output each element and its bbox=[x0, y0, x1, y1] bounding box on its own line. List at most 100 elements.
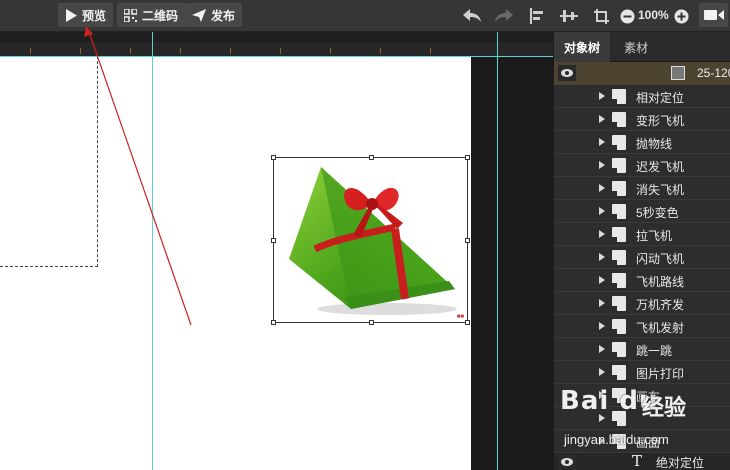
resize-handle-ne[interactable] bbox=[465, 155, 470, 160]
expand-arrow-icon[interactable] bbox=[599, 138, 605, 146]
page-icon bbox=[612, 273, 626, 288]
qrcode-icon bbox=[124, 8, 137, 22]
resize-handle-n[interactable] bbox=[369, 155, 374, 160]
layer-row[interactable]: 相对定位 bbox=[554, 85, 730, 108]
container-outline[interactable] bbox=[0, 56, 98, 267]
redo-icon[interactable] bbox=[494, 6, 514, 26]
expand-arrow-icon[interactable] bbox=[599, 207, 605, 215]
expand-arrow-icon[interactable] bbox=[599, 322, 605, 330]
page-icon bbox=[612, 365, 626, 380]
expand-arrow-icon[interactable] bbox=[599, 345, 605, 353]
video-button[interactable] bbox=[699, 3, 728, 27]
layer-row[interactable]: 飞机发射 bbox=[554, 315, 730, 338]
ruler-tick bbox=[430, 48, 431, 54]
layer-label: 闪动飞机 bbox=[636, 252, 685, 266]
layer-label: 万机齐发 bbox=[636, 298, 685, 312]
layer-row[interactable]: 万机齐发 bbox=[554, 292, 730, 315]
layer-row[interactable]: 跳一跳 bbox=[554, 338, 730, 361]
layer-label: 迟发飞机 bbox=[636, 160, 685, 174]
layer-row[interactable]: 迟发飞机 bbox=[554, 154, 730, 177]
stage[interactable]: ■■ bbox=[0, 56, 471, 470]
horizontal-ruler bbox=[0, 42, 553, 56]
expand-arrow-icon[interactable] bbox=[599, 368, 605, 376]
selected-image[interactable]: ■■ bbox=[271, 155, 470, 325]
eye-icon[interactable] bbox=[558, 65, 576, 81]
expand-arrow-icon[interactable] bbox=[599, 115, 605, 123]
tab-object-tree[interactable]: 对象树 bbox=[554, 32, 611, 62]
layer-label: 绝对定位 bbox=[656, 456, 705, 470]
crop-icon[interactable] bbox=[591, 6, 611, 26]
layer-group-row[interactable]: 25-120 bbox=[554, 62, 730, 85]
stage-offscreen bbox=[471, 56, 553, 470]
layer-label: 5秒变色 bbox=[636, 206, 679, 220]
ruler-tick bbox=[180, 48, 181, 54]
eye-icon[interactable] bbox=[558, 454, 576, 470]
expand-arrow-icon[interactable] bbox=[599, 230, 605, 238]
panel-tabs: 对象树 素材 bbox=[554, 32, 730, 62]
page-icon bbox=[612, 89, 626, 104]
preview-label: 预览 bbox=[82, 8, 107, 23]
image-corner-mark: ■■ bbox=[456, 314, 464, 320]
guide-line-vertical[interactable] bbox=[152, 32, 153, 470]
page-icon bbox=[612, 135, 626, 150]
layer-row[interactable]: 抛物线 bbox=[554, 131, 730, 154]
layer-row[interactable]: 图片打印 bbox=[554, 361, 730, 384]
expand-arrow-icon[interactable] bbox=[599, 184, 605, 192]
expand-arrow-icon[interactable] bbox=[599, 161, 605, 169]
layer-row[interactable]: 5秒变色 bbox=[554, 200, 730, 223]
expand-arrow-icon[interactable] bbox=[599, 253, 605, 261]
resize-handle-w[interactable] bbox=[271, 238, 276, 243]
zoom-level: 100% bbox=[638, 8, 669, 22]
guide-line-horizontal[interactable] bbox=[0, 56, 553, 57]
layer-label: 飞机发射 bbox=[636, 321, 685, 335]
layer-row[interactable]: 消失飞机 bbox=[554, 177, 730, 200]
baidu-watermark: Bai du 经验 jingyan.baidu.com bbox=[560, 386, 730, 456]
qrcode-label: 二维码 bbox=[142, 8, 179, 23]
watermark-url: jingyan.baidu.com bbox=[564, 432, 669, 447]
qrcode-button[interactable]: 二维码 bbox=[117, 3, 186, 27]
expand-arrow-icon[interactable] bbox=[599, 276, 605, 284]
ruler-tick bbox=[230, 48, 231, 54]
ruler-tick bbox=[280, 48, 281, 54]
page-icon bbox=[612, 204, 626, 219]
expand-arrow-icon[interactable] bbox=[599, 92, 605, 100]
zoom-out-icon[interactable] bbox=[617, 6, 637, 26]
resize-handle-sw[interactable] bbox=[271, 320, 276, 325]
page-icon bbox=[612, 319, 626, 334]
group-thumbnail bbox=[671, 66, 685, 80]
layer-row[interactable]: 拉飞机 bbox=[554, 223, 730, 246]
page-icon bbox=[612, 112, 626, 127]
top-toolbar: 预览 二维码 发布 100% bbox=[0, 0, 730, 32]
ruler-tick bbox=[130, 48, 131, 54]
ruler-tick bbox=[330, 48, 331, 54]
resize-handle-nw[interactable] bbox=[271, 155, 276, 160]
tab-assets[interactable]: 素材 bbox=[614, 32, 658, 62]
publish-label: 发布 bbox=[211, 8, 236, 23]
layer-label: 相对定位 bbox=[636, 91, 685, 105]
layer-row[interactable]: 闪动飞机 bbox=[554, 246, 730, 269]
expand-arrow-icon[interactable] bbox=[599, 299, 605, 307]
preview-button[interactable]: 预览 bbox=[58, 3, 114, 27]
layer-row[interactable]: 变形飞机 bbox=[554, 108, 730, 131]
resize-handle-e[interactable] bbox=[465, 238, 470, 243]
ruler-tick bbox=[380, 48, 381, 54]
page-icon bbox=[612, 296, 626, 311]
resize-handle-se[interactable] bbox=[465, 320, 470, 325]
page-icon bbox=[612, 158, 626, 173]
ruler-tick bbox=[80, 48, 81, 54]
page-icon bbox=[612, 181, 626, 196]
zongzi-image bbox=[289, 167, 457, 315]
layer-label: 变形飞机 bbox=[636, 114, 685, 128]
layer-row[interactable]: 飞机路线 bbox=[554, 269, 730, 292]
zoom-in-icon[interactable] bbox=[671, 6, 691, 26]
distribute-icon[interactable] bbox=[559, 6, 579, 26]
layer-label: 抛物线 bbox=[636, 137, 673, 151]
align-left-icon[interactable] bbox=[527, 6, 547, 26]
page-icon bbox=[612, 227, 626, 242]
guide-line-vertical[interactable] bbox=[497, 32, 498, 470]
resize-handle-s[interactable] bbox=[369, 320, 374, 325]
camera-icon bbox=[704, 10, 724, 20]
group-label: 25-120 bbox=[697, 66, 730, 80]
publish-button[interactable]: 发布 bbox=[185, 3, 243, 27]
undo-icon[interactable] bbox=[462, 6, 482, 26]
